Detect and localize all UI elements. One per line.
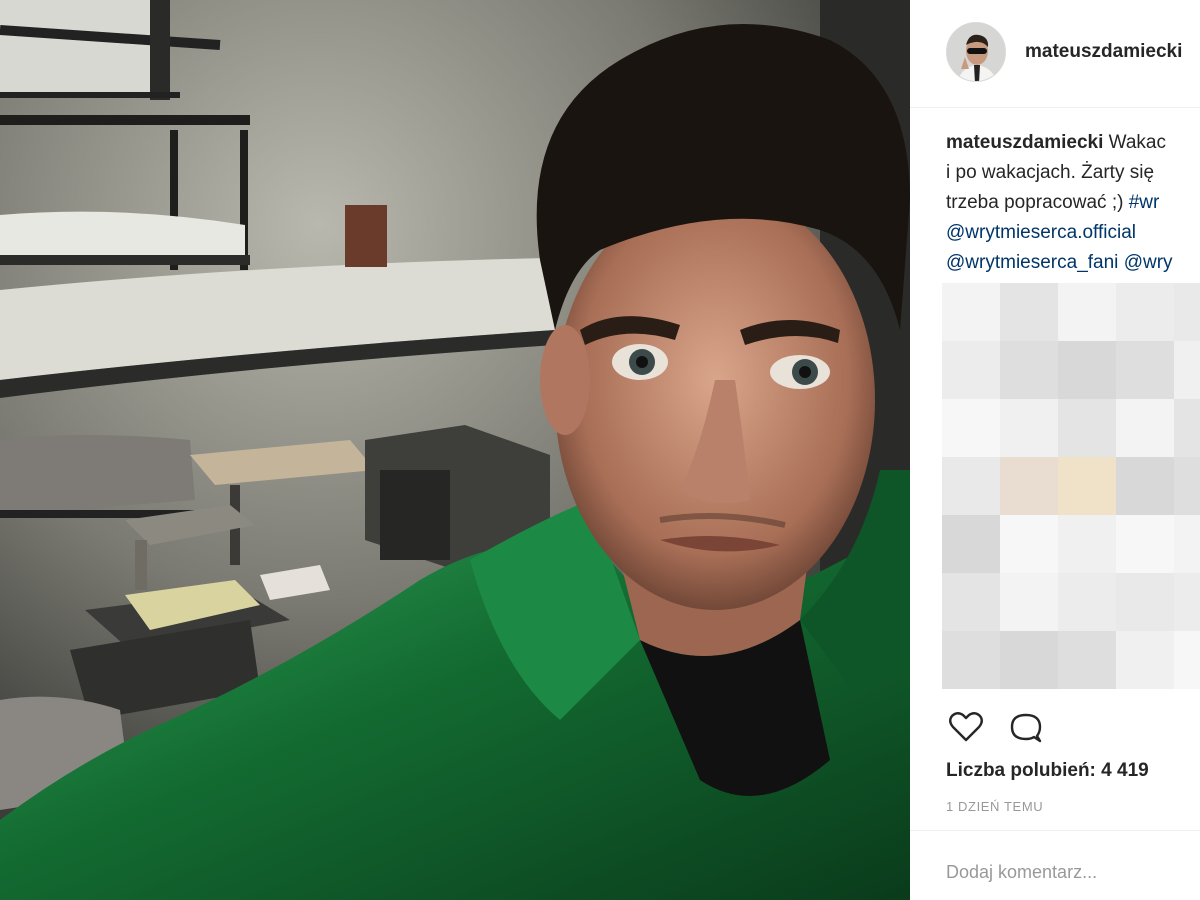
- blur-tile: [1000, 573, 1058, 631]
- heart-icon: [949, 712, 983, 742]
- blur-tile: [1000, 283, 1058, 341]
- post-image[interactable]: [0, 0, 910, 900]
- blur-tile: [1058, 341, 1116, 399]
- add-comment-input[interactable]: [946, 859, 1186, 885]
- caption-username[interactable]: mateuszdamiecki: [946, 132, 1103, 153]
- blur-tile: [1174, 341, 1200, 399]
- caption-line-5: @wrytmieserca_fani @wry: [946, 248, 1200, 278]
- blur-tile: [1174, 457, 1200, 515]
- blur-tile: [1058, 457, 1116, 515]
- caption-text-1: Wakac: [1108, 132, 1167, 153]
- blur-tile: [1174, 399, 1200, 457]
- blur-tile: [1174, 515, 1200, 573]
- blur-tile: [1000, 631, 1058, 689]
- blur-tile: [1058, 631, 1116, 689]
- blur-tile: [1000, 457, 1058, 515]
- blur-tile: [942, 283, 1000, 341]
- post-timestamp[interactable]: 1 DZIEŃ TEMU: [946, 799, 1043, 814]
- blur-tile: [1000, 341, 1058, 399]
- post-side-panel: mateuszdamiecki mateuszdamiecki Wakac i …: [910, 0, 1200, 900]
- caption-text-2: i po wakacjach. Żarty się: [946, 162, 1155, 183]
- caption-text-3: trzeba popracować ;): [946, 192, 1124, 213]
- blur-tile: [942, 573, 1000, 631]
- caption-line-4: @wrytmieserca.official: [946, 218, 1200, 248]
- caption-line-3: trzeba popracować ;) #wr: [946, 188, 1200, 218]
- blur-tile: [1116, 283, 1174, 341]
- caption-mention-3[interactable]: @wry: [1124, 252, 1173, 273]
- blur-tile: [1116, 631, 1174, 689]
- caption-line-1: mateuszdamiecki Wakac: [946, 128, 1200, 158]
- selfie-photo: [0, 0, 910, 900]
- post-caption: mateuszdamiecki Wakac i po wakacjach. Ża…: [946, 128, 1200, 278]
- blur-tile: [1116, 573, 1174, 631]
- likes-count[interactable]: Liczba polubień: 4 419: [946, 760, 1149, 782]
- blurred-comments-area: [942, 283, 1200, 691]
- blur-tile: [1000, 515, 1058, 573]
- blur-tile: [1058, 399, 1116, 457]
- post-author-username[interactable]: mateuszdamiecki: [1025, 41, 1182, 63]
- comment-button[interactable]: [1006, 707, 1046, 747]
- blur-tile: [942, 515, 1000, 573]
- blur-tile: [1058, 283, 1116, 341]
- blur-tile: [1174, 631, 1200, 689]
- blur-tile: [1116, 399, 1174, 457]
- blur-tile: [1116, 457, 1174, 515]
- blur-tile: [1116, 341, 1174, 399]
- blur-tile: [1174, 573, 1200, 631]
- blur-tile: [1174, 283, 1200, 341]
- avatar[interactable]: [946, 22, 1006, 82]
- caption-mention-1[interactable]: @wrytmieserca.official: [946, 222, 1136, 243]
- blur-tile: [942, 341, 1000, 399]
- blur-tile: [1058, 515, 1116, 573]
- caption-mention-2[interactable]: @wrytmieserca_fani: [946, 252, 1118, 273]
- blur-tile: [942, 399, 1000, 457]
- post-actions: [946, 707, 1200, 747]
- blur-tile: [942, 631, 1000, 689]
- comment-bubble-icon: [1010, 713, 1042, 743]
- post-header: mateuszdamiecki: [910, 0, 1200, 108]
- blur-tile: [1000, 399, 1058, 457]
- blur-tile: [942, 457, 1000, 515]
- blur-tile: [1116, 515, 1174, 573]
- add-comment-section: [910, 830, 1200, 900]
- profile-avatar-icon: [947, 23, 1005, 81]
- blur-tile: [1058, 573, 1116, 631]
- like-button[interactable]: [946, 707, 986, 747]
- caption-hashtag[interactable]: #wr: [1129, 192, 1160, 213]
